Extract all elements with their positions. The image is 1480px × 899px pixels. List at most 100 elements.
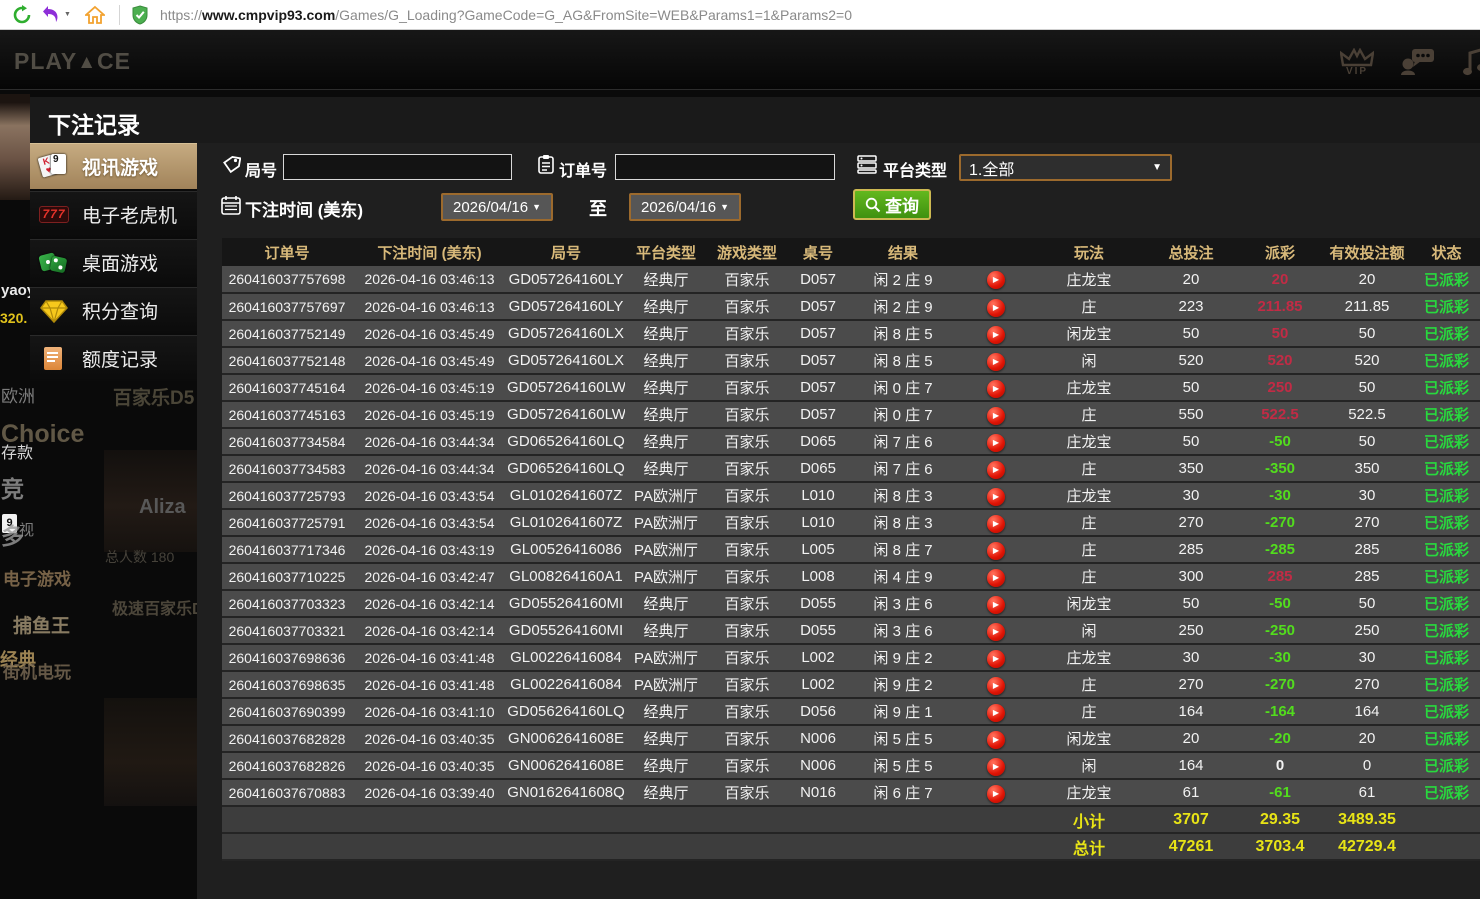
cell-round-number: GD065264160LQ <box>507 455 625 483</box>
search-button[interactable]: 查询 <box>853 189 931 220</box>
tag-icon <box>223 156 241 174</box>
col-order: 订单号 <box>222 238 352 266</box>
refresh-icon[interactable] <box>12 4 32 25</box>
vip-button[interactable]: VIP <box>1340 47 1374 77</box>
customer-service-button[interactable] <box>1400 47 1436 77</box>
home-icon[interactable] <box>84 5 105 25</box>
cell-result: 闲 8 庄 5 <box>849 320 957 348</box>
sidebar-item-points[interactable]: 积分查询 <box>30 287 197 333</box>
cell-table-number: D065 <box>787 428 849 456</box>
cell-payout: -30 <box>1239 644 1321 672</box>
cell-play-method: 庄龙宝 <box>1035 266 1143 294</box>
col-time: 下注时间 (美东) <box>352 238 507 266</box>
cell-valid-bet: 61 <box>1321 779 1413 807</box>
bet-records-table: 订单号 下注时间 (美东) 局号 平台类型 游戏类型 桌号 结果 玩法 总投注 … <box>222 238 1480 861</box>
table-row: 260416037725791 2026-04-16 03:43:54 GL01… <box>222 509 1480 537</box>
replay-button[interactable]: ▶ <box>987 271 1005 289</box>
cell-result: 闲 9 庄 1 <box>849 698 957 726</box>
back-dropdown-caret[interactable]: ▼ <box>64 11 71 18</box>
table-row: 260416037752149 2026-04-16 03:45:49 GD05… <box>222 320 1480 348</box>
date-to-select[interactable]: 2026/04/16 ▼ <box>629 193 741 221</box>
sidebar-item-table-games[interactable]: 桌面游戏 <box>30 239 197 285</box>
cell-platform: PA欧洲厅 <box>625 482 707 510</box>
col-total-bet: 总投注 <box>1143 238 1239 266</box>
grand-total-row: 总计 47261 3703.4 42729.4 <box>222 833 1480 861</box>
cell-valid-bet: 50 <box>1321 320 1413 348</box>
cell-bet-time: 2026-04-16 03:46:13 <box>352 266 507 294</box>
replay-button[interactable]: ▶ <box>987 757 1005 776</box>
replay-button[interactable]: ▶ <box>987 622 1005 641</box>
cell-platform: 经典厅 <box>625 725 707 753</box>
cell-play-method: 庄龙宝 <box>1035 644 1143 672</box>
cell-play-method: 庄 <box>1035 293 1143 321</box>
cell-result: 闲 8 庄 7 <box>849 536 957 564</box>
replay-button[interactable]: ▶ <box>987 298 1005 317</box>
cell-game-type: 百家乐 <box>707 698 787 726</box>
cell-table-number: N006 <box>787 725 849 753</box>
subtotal-label: 小计 <box>1035 806 1143 834</box>
site-header: PLAY▲CE VIP <box>0 30 1480 90</box>
replay-button[interactable]: ▶ <box>987 730 1005 749</box>
replay-button[interactable]: ▶ <box>987 406 1005 425</box>
replay-button[interactable]: ▶ <box>987 568 1005 587</box>
cell-order-number: 260416037734584 <box>222 428 352 456</box>
url[interactable]: https://www.cmpvip93.com/Games/G_Loading… <box>160 7 852 23</box>
cell-table-number: D057 <box>787 374 849 402</box>
cell-result: 闲 3 庄 6 <box>849 590 957 618</box>
chat-person-icon <box>1401 49 1434 75</box>
replay-button[interactable]: ▶ <box>987 676 1005 695</box>
sidebar-item-live-games[interactable]: K ♥ 9 视讯游戏 <box>30 143 211 190</box>
cell-order-number: 260416037698636 <box>222 644 352 672</box>
cell-payout: -285 <box>1239 536 1321 564</box>
cell-round-number: GD055264160MI <box>507 590 625 618</box>
col-replay <box>957 238 1035 266</box>
cell-round-number: GL00226416084 <box>507 671 625 699</box>
grand-total-payout: 3703.4 <box>1239 833 1321 861</box>
replay-button[interactable]: ▶ <box>987 595 1005 614</box>
modal-title-bar: 下注记录 <box>30 97 1480 143</box>
platform-type-label: 平台类型 <box>883 163 948 180</box>
table-header-row: 订单号 下注时间 (美东) 局号 平台类型 游戏类型 桌号 结果 玩法 总投注 … <box>222 238 1480 266</box>
round-number-input[interactable] <box>283 154 512 180</box>
cell-game-type: 百家乐 <box>707 293 787 321</box>
cell-round-number: GD057264160LW <box>507 374 625 402</box>
cell-platform: PA欧洲厅 <box>625 536 707 564</box>
cell-payout: 211.85 <box>1239 293 1321 321</box>
cell-round-number: GD057264160LX <box>507 320 625 348</box>
replay-button[interactable]: ▶ <box>987 352 1005 371</box>
replay-button[interactable]: ▶ <box>987 541 1005 560</box>
replay-button[interactable]: ▶ <box>987 325 1005 344</box>
subtotal-valid: 3489.35 <box>1321 806 1413 834</box>
cell-total-bet: 285 <box>1143 536 1239 564</box>
cell-payout: 20 <box>1239 266 1321 294</box>
status-badge: 已派彩 <box>1413 536 1480 564</box>
replay-button[interactable]: ▶ <box>987 460 1005 479</box>
divider <box>118 4 120 25</box>
cell-table-number: D057 <box>787 266 849 294</box>
date-to-value: 2026/04/16 <box>641 198 717 216</box>
cell-valid-bet: 522.5 <box>1321 401 1413 429</box>
replay-button[interactable]: ▶ <box>987 703 1005 722</box>
replay-button[interactable]: ▶ <box>987 379 1005 398</box>
cell-total-bet: 550 <box>1143 401 1239 429</box>
bg-balance: 320. <box>0 310 28 326</box>
replay-button[interactable]: ▶ <box>987 784 1005 803</box>
cell-total-bet: 50 <box>1143 590 1239 618</box>
sidebar-item-credit-records[interactable]: 额度记录 <box>30 335 197 381</box>
cell-game-type: 百家乐 <box>707 401 787 429</box>
replay-button[interactable]: ▶ <box>987 433 1005 452</box>
replay-button[interactable]: ▶ <box>987 649 1005 668</box>
replay-button[interactable]: ▶ <box>987 514 1005 533</box>
sidebar-item-slots[interactable]: 777 电子老虎机 <box>30 191 197 237</box>
replay-button[interactable]: ▶ <box>987 487 1005 506</box>
platform-type-select[interactable]: 1.全部 ▼ <box>959 154 1172 181</box>
date-from-select[interactable]: 2026/04/16 ▼ <box>441 193 553 221</box>
back-icon[interactable] <box>42 5 62 25</box>
sidebar: K ♥ 9 视讯游戏 777 电子老虎机 桌面游戏 积分查询 额度记录 <box>30 143 211 383</box>
playace-logo: PLAY▲CE <box>14 48 131 74</box>
music-button[interactable] <box>1462 47 1480 77</box>
grand-total-valid: 42729.4 <box>1321 833 1413 861</box>
calendar-icon <box>221 196 241 215</box>
order-number-input[interactable] <box>615 154 835 180</box>
url-domain: www.cmpvip93.com <box>201 6 336 23</box>
